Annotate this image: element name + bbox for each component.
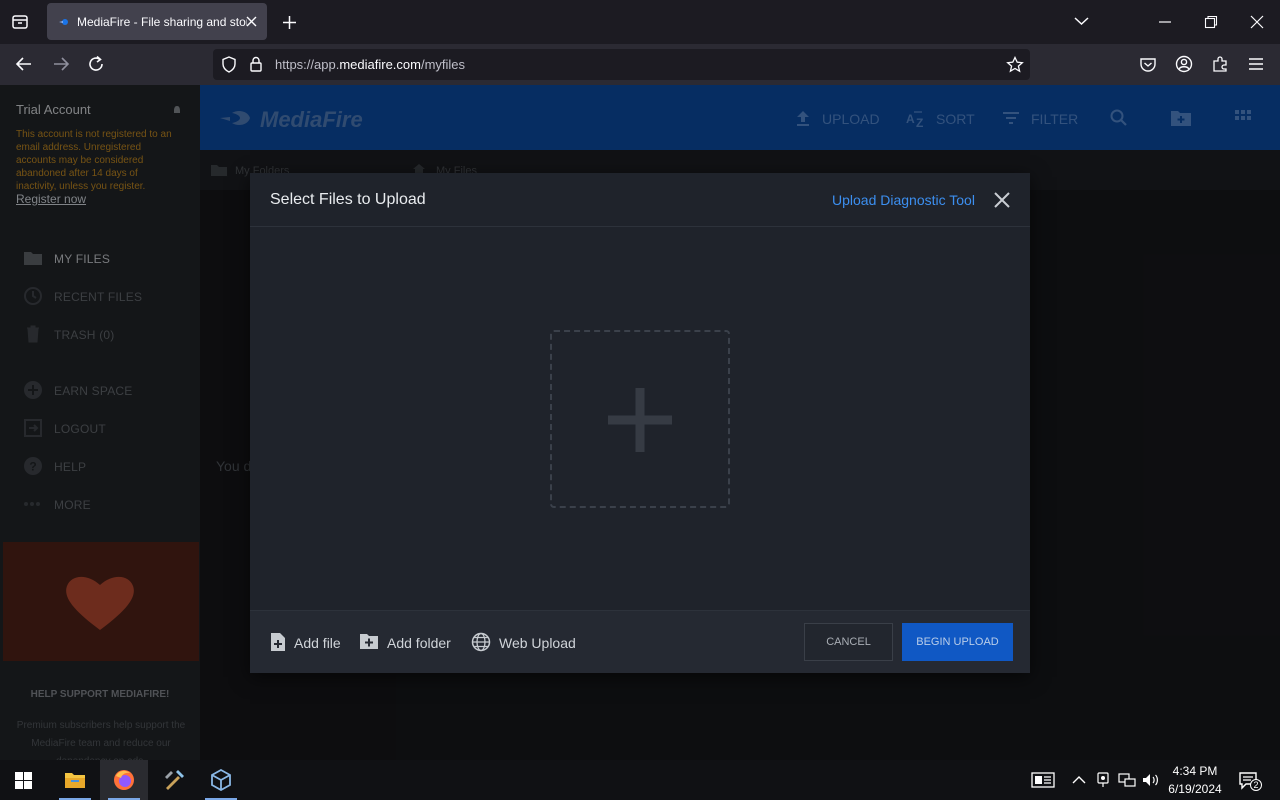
extensions-icon[interactable] <box>1211 55 1229 73</box>
windows-taskbar: 4:34 PM 6/19/2024 2 <box>0 760 1280 800</box>
lock-icon[interactable] <box>249 56 263 73</box>
virtualbox-cube-icon <box>210 769 232 791</box>
windows-logo-icon <box>15 772 32 789</box>
begin-upload-button[interactable]: BEGIN UPLOAD <box>902 623 1013 661</box>
close-icon[interactable] <box>992 190 1012 210</box>
notification-center-icon[interactable]: 2 <box>1238 771 1262 791</box>
drop-zone[interactable] <box>550 330 730 508</box>
taskbar-virtualbox[interactable] <box>197 760 245 800</box>
clock-date[interactable]: 6/19/2024 <box>1160 782 1230 796</box>
tab-overview-icon[interactable] <box>10 12 30 32</box>
back-arrow-icon[interactable] <box>14 55 34 73</box>
web-upload-button[interactable]: Web Upload <box>471 631 581 655</box>
news-widget-icon[interactable] <box>1031 772 1055 788</box>
list-tabs-chevron-down-icon[interactable] <box>1074 15 1089 27</box>
network-icon[interactable] <box>1118 772 1136 788</box>
url-text[interactable]: https://app.mediafire.com/myfiles <box>275 57 465 72</box>
reload-icon[interactable] <box>87 55 105 73</box>
url-prefix: https://app. <box>275 57 340 72</box>
add-file-label: Add file <box>294 635 341 651</box>
taskbar-firefox[interactable] <box>100 760 148 800</box>
new-tab-icon[interactable] <box>282 15 297 30</box>
plus-icon <box>607 387 673 453</box>
globe-icon <box>471 632 491 652</box>
clock-time[interactable]: 4:34 PM <box>1160 764 1230 778</box>
account-icon[interactable] <box>1175 55 1193 73</box>
bookmark-star-icon[interactable] <box>1006 56 1024 73</box>
notification-count-badge: 2 <box>1250 779 1262 791</box>
mediafire-favicon-icon <box>58 16 70 28</box>
menu-hamburger-icon[interactable] <box>1248 57 1264 71</box>
meet-now-icon[interactable] <box>1096 772 1110 788</box>
add-folder-label: Add folder <box>387 635 451 651</box>
url-bar[interactable]: https://app.mediafire.com/myfiles <box>213 49 1030 80</box>
tab-mediafire[interactable]: MediaFire - File sharing and storage <box>47 3 267 40</box>
restore-icon[interactable] <box>1204 15 1218 29</box>
add-folder-icon <box>359 633 379 650</box>
web-upload-label: Web Upload <box>499 635 576 651</box>
tab-title: MediaFire - File sharing and storage <box>77 15 247 29</box>
cancel-button[interactable]: CANCEL <box>804 623 893 661</box>
shield-icon[interactable] <box>221 56 237 73</box>
pocket-icon[interactable] <box>1139 56 1157 73</box>
volume-icon[interactable] <box>1142 772 1160 788</box>
dialog-header: Select Files to Upload Upload Diagnostic… <box>250 173 1030 227</box>
dialog-footer: Add file Add folder Web Upload CANCEL BE… <box>250 610 1030 673</box>
url-domain: mediafire.com <box>339 57 421 72</box>
add-file-button[interactable]: Add file <box>270 631 342 655</box>
minimize-icon[interactable] <box>1158 15 1172 29</box>
browser-tab-bar: MediaFire - File sharing and storage <box>0 0 1280 44</box>
upload-diagnostic-tool-link[interactable]: Upload Diagnostic Tool <box>832 192 975 208</box>
window-close-icon[interactable] <box>1250 15 1264 29</box>
upload-dialog: Select Files to Upload Upload Diagnostic… <box>250 173 1030 673</box>
taskbar-app-tools[interactable] <box>149 760 197 800</box>
tools-app-icon <box>163 769 185 791</box>
add-file-icon <box>270 632 286 652</box>
dialog-title: Select Files to Upload <box>270 191 426 208</box>
forward-arrow-icon[interactable] <box>51 55 71 73</box>
tab-close-icon[interactable] <box>245 15 258 28</box>
url-path: /myfiles <box>420 57 466 72</box>
start-button[interactable] <box>0 760 48 800</box>
add-folder-button[interactable]: Add folder <box>359 631 454 655</box>
chevron-up-icon[interactable] <box>1072 774 1086 786</box>
browser-toolbar: https://app.mediafire.com/myfiles <box>0 44 1280 85</box>
firefox-icon <box>113 769 135 791</box>
file-explorer-icon <box>64 770 86 790</box>
taskbar-file-explorer[interactable] <box>51 760 99 800</box>
